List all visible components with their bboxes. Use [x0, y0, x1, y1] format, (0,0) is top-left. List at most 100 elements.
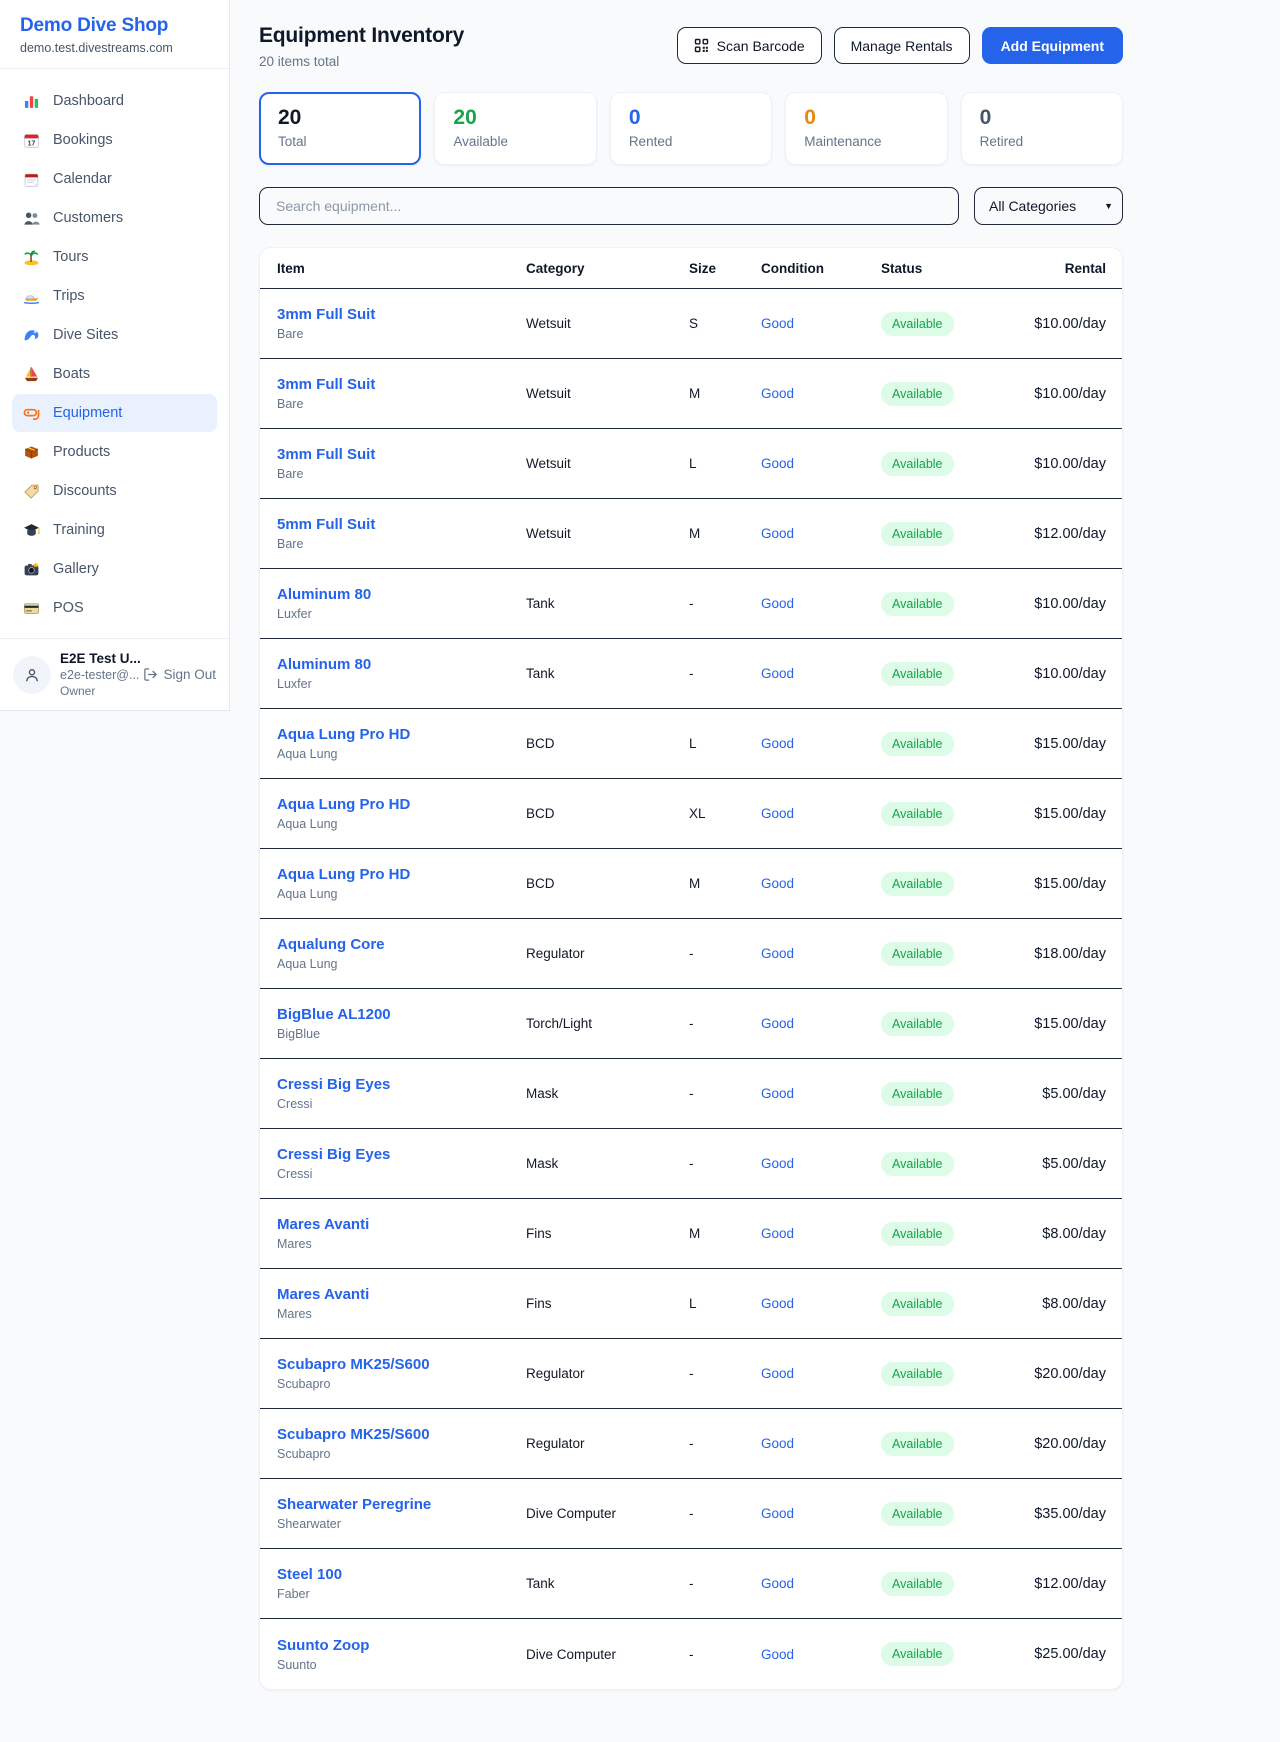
- add-equipment-button[interactable]: Add Equipment: [982, 27, 1123, 64]
- item-name-link[interactable]: Aqua Lung Pro HD: [277, 866, 526, 883]
- stat-card-rented[interactable]: 0 Rented: [610, 92, 772, 165]
- column-status: Status: [881, 261, 1026, 276]
- search-input[interactable]: [259, 187, 959, 225]
- item-condition-link[interactable]: Good: [761, 1226, 881, 1241]
- item-condition-link[interactable]: Good: [761, 1647, 881, 1662]
- item-brand: Cressi: [277, 1097, 526, 1111]
- item-size: -: [689, 1016, 761, 1031]
- item-condition-link[interactable]: Good: [761, 1016, 881, 1031]
- item-name-link[interactable]: BigBlue AL1200: [277, 1006, 526, 1023]
- item-condition-link[interactable]: Good: [761, 1296, 881, 1311]
- item-name-link[interactable]: 3mm Full Suit: [277, 306, 526, 323]
- item-condition-link[interactable]: Good: [761, 526, 881, 541]
- item-condition-link[interactable]: Good: [761, 316, 881, 331]
- sidebar-item-pos[interactable]: POS: [12, 589, 217, 627]
- item-size: M: [689, 386, 761, 401]
- item-name-link[interactable]: Aqualung Core: [277, 936, 526, 953]
- item-condition-link[interactable]: Good: [761, 386, 881, 401]
- item-condition-link[interactable]: Good: [761, 1436, 881, 1451]
- item-name-link[interactable]: Aqua Lung Pro HD: [277, 796, 526, 813]
- table-row: Cressi Big Eyes Cressi Mask - Good Avail…: [260, 1059, 1122, 1129]
- stat-card-maintenance[interactable]: 0 Maintenance: [785, 92, 947, 165]
- item-name-link[interactable]: 3mm Full Suit: [277, 376, 526, 393]
- sidebar-item-label: POS: [53, 598, 84, 618]
- stat-label: Total: [278, 134, 402, 149]
- item-name-link[interactable]: Aqua Lung Pro HD: [277, 726, 526, 743]
- stat-card-available[interactable]: 20 Available: [434, 92, 596, 165]
- item-name-link[interactable]: Shearwater Peregrine: [277, 1496, 526, 1513]
- item-condition-link[interactable]: Good: [761, 1086, 881, 1101]
- item-condition-link[interactable]: Good: [761, 666, 881, 681]
- item-name-link[interactable]: Aluminum 80: [277, 586, 526, 603]
- sidebar-item-boats[interactable]: Boats: [12, 355, 217, 393]
- stat-value: 0: [980, 106, 1104, 130]
- item-size: L: [689, 736, 761, 751]
- item-name-link[interactable]: Mares Avanti: [277, 1286, 526, 1303]
- item-cell: Aqua Lung Pro HD Aqua Lung: [277, 866, 526, 901]
- item-condition-link[interactable]: Good: [761, 1576, 881, 1591]
- item-condition-link[interactable]: Good: [761, 946, 881, 961]
- sidebar: Demo Dive Shop demo.test.divestreams.com…: [0, 0, 230, 711]
- item-name-link[interactable]: 5mm Full Suit: [277, 516, 526, 533]
- item-condition-link[interactable]: Good: [761, 456, 881, 471]
- item-condition-link[interactable]: Good: [761, 596, 881, 611]
- item-name-link[interactable]: Cressi Big Eyes: [277, 1146, 526, 1163]
- item-name-link[interactable]: Suunto Zoop: [277, 1637, 526, 1654]
- item-category: Fins: [526, 1226, 689, 1241]
- sidebar-item-equipment[interactable]: Equipment: [12, 394, 217, 432]
- item-rental: $15.00/day: [1026, 736, 1106, 752]
- manage-rentals-button[interactable]: Manage Rentals: [834, 27, 970, 64]
- brand-name[interactable]: Demo Dive Shop: [20, 15, 209, 37]
- item-name-link[interactable]: 3mm Full Suit: [277, 446, 526, 463]
- item-condition-link[interactable]: Good: [761, 1156, 881, 1171]
- column-size: Size: [689, 261, 761, 276]
- sidebar-item-discounts[interactable]: Discounts: [12, 472, 217, 510]
- item-size: -: [689, 1506, 761, 1521]
- stat-card-retired[interactable]: 0 Retired: [961, 92, 1123, 165]
- scan-barcode-button[interactable]: Scan Barcode: [677, 27, 822, 64]
- status-badge: Available: [881, 732, 954, 756]
- item-size: M: [689, 526, 761, 541]
- item-condition-link[interactable]: Good: [761, 736, 881, 751]
- sign-out-label: Sign Out: [163, 667, 216, 682]
- status-cell: Available: [881, 1222, 1026, 1246]
- sidebar-item-dashboard[interactable]: Dashboard: [12, 82, 217, 120]
- table-row: Scubapro MK25/S600 Scubapro Regulator - …: [260, 1339, 1122, 1409]
- item-rental: $12.00/day: [1026, 526, 1106, 542]
- item-name-link[interactable]: Cressi Big Eyes: [277, 1076, 526, 1093]
- item-name-link[interactable]: Mares Avanti: [277, 1216, 526, 1233]
- item-condition-link[interactable]: Good: [761, 876, 881, 891]
- item-condition-link[interactable]: Good: [761, 806, 881, 821]
- sidebar-item-dive-sites[interactable]: Dive Sites: [12, 316, 217, 354]
- item-cell: 3mm Full Suit Bare: [277, 376, 526, 411]
- item-name-link[interactable]: Aluminum 80: [277, 656, 526, 673]
- item-brand: Suunto: [277, 1658, 526, 1672]
- sidebar-item-gallery[interactable]: Gallery: [12, 550, 217, 588]
- item-cell: Aqua Lung Pro HD Aqua Lung: [277, 796, 526, 831]
- item-name-link[interactable]: Scubapro MK25/S600: [277, 1356, 526, 1373]
- bookings-icon: [23, 132, 41, 149]
- sidebar-item-products[interactable]: Products: [12, 433, 217, 471]
- main-content: Equipment Inventory 20 items total Scan …: [230, 0, 1280, 1690]
- sidebar-item-label: Dive Sites: [53, 325, 118, 345]
- item-name-link[interactable]: Steel 100: [277, 1566, 526, 1583]
- category-select[interactable]: All Categories: [974, 187, 1123, 225]
- sidebar-item-calendar[interactable]: Calendar: [12, 160, 217, 198]
- sidebar-item-customers[interactable]: Customers: [12, 199, 217, 237]
- item-brand: BigBlue: [277, 1027, 526, 1041]
- item-condition-link[interactable]: Good: [761, 1506, 881, 1521]
- sidebar-item-bookings[interactable]: Bookings: [12, 121, 217, 159]
- sidebar-item-trips[interactable]: Trips: [12, 277, 217, 315]
- sidebar-item-tours[interactable]: Tours: [12, 238, 217, 276]
- item-category: Wetsuit: [526, 526, 689, 541]
- stat-card-total[interactable]: 20 Total: [259, 92, 421, 165]
- status-badge: Available: [881, 1502, 954, 1526]
- item-rental: $15.00/day: [1026, 876, 1106, 892]
- item-condition-link[interactable]: Good: [761, 1366, 881, 1381]
- app: Demo Dive Shop demo.test.divestreams.com…: [0, 0, 1280, 1690]
- item-size: -: [689, 666, 761, 681]
- status-cell: Available: [881, 592, 1026, 616]
- item-name-link[interactable]: Scubapro MK25/S600: [277, 1426, 526, 1443]
- sidebar-item-training[interactable]: Training: [12, 511, 217, 549]
- sign-out-button[interactable]: Sign Out: [143, 667, 216, 682]
